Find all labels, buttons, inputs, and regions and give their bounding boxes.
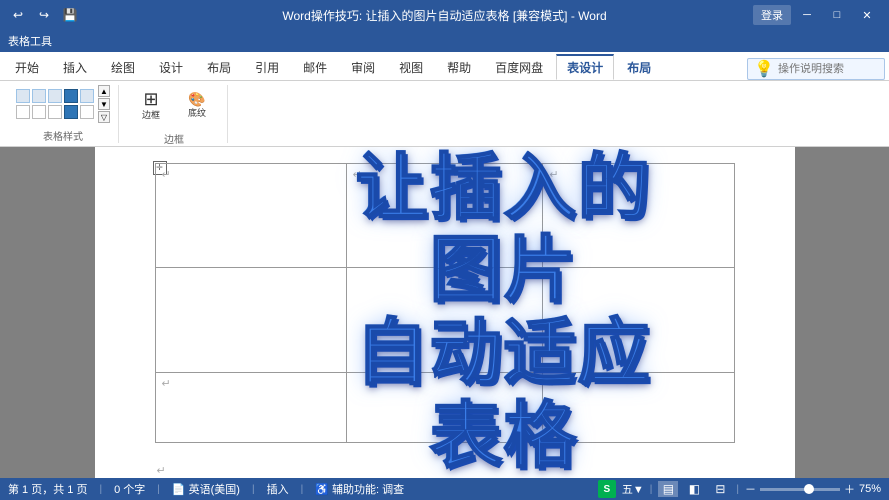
tab-review[interactable]: 审阅	[340, 54, 386, 80]
page-info: 第 1 页，共 1 页	[8, 481, 87, 497]
table-cell: ↵	[543, 372, 734, 442]
status-sep6: |	[736, 484, 739, 495]
accessibility-icon: ♿	[315, 484, 329, 496]
return-mark: ↵	[549, 168, 558, 181]
ribbon-search-box[interactable]: 💡	[747, 58, 885, 80]
tab-help[interactable]: 帮助	[436, 54, 482, 80]
read-view-button[interactable]: ◧	[684, 481, 704, 497]
login-button[interactable]: 登录	[753, 5, 791, 25]
print-view-button[interactable]: ▤	[658, 481, 678, 497]
table-row: ↵ ↵	[155, 372, 734, 442]
wps-logo: S	[598, 480, 616, 498]
window-title: Word操作技巧: 让插入的图片自动适应表格 [兼容模式] - Word	[282, 7, 606, 24]
table-cell	[346, 268, 543, 373]
table-cell	[543, 268, 734, 373]
minimize-button[interactable]: ─	[793, 5, 821, 25]
web-view-button[interactable]: ⊟	[710, 481, 730, 497]
table-cell: ↵	[155, 372, 346, 442]
gallery-expand[interactable]: ▽	[98, 111, 110, 123]
status-bar: 第 1 页，共 1 页 | 0 个字 | 📄 英语(美国) | 插入 | ♿ 辅…	[0, 478, 889, 500]
borders-label: 边框	[164, 131, 184, 146]
ribbon-content: ▲ ▼ ▽ 表格样式 ⊞ 边框 🎨 底纹 边框	[0, 81, 889, 146]
zoom-out-button[interactable]: －	[745, 481, 756, 497]
search-icon: 💡	[754, 59, 774, 79]
ribbon-tabs: 开始 插入 绘图 设计 布局 引用 邮件 审阅 视图 帮助 百度网盘 表设计 布…	[0, 52, 889, 81]
quick-save-button[interactable]: 💾	[60, 5, 80, 25]
undo-button[interactable]: ↩	[8, 5, 28, 25]
language-icon: 📄	[172, 484, 186, 496]
status-right: S 五▼ | ▤ ◧ ⊟ | － ＋ 75%	[598, 480, 881, 498]
tab-insert[interactable]: 插入	[52, 54, 98, 80]
zoom-in-button[interactable]: ＋	[844, 481, 855, 497]
status-sep5: |	[650, 484, 653, 495]
char-count: 0 个字	[114, 481, 145, 497]
table-style-gallery[interactable]	[16, 89, 94, 119]
borders-icon: ⊞	[143, 90, 158, 108]
table-tools-bar: 表格工具	[0, 30, 889, 52]
table-cell: ↵	[543, 163, 734, 268]
title-bar: ↩ ↪ 💾 Word操作技巧: 让插入的图片自动适应表格 [兼容模式] - Wo…	[0, 0, 889, 30]
tab-layout[interactable]: 布局	[196, 54, 242, 80]
table-cell	[346, 372, 543, 442]
zoom-track[interactable]	[760, 488, 840, 491]
restore-button[interactable]: □	[823, 5, 851, 25]
search-input[interactable]	[778, 63, 878, 75]
tab-baidu[interactable]: 百度网盘	[484, 54, 554, 80]
tab-home[interactable]: 开始	[4, 54, 50, 80]
table-row: ↵ ↵ ↵	[155, 163, 734, 268]
ribbon-group-table-styles: ▲ ▼ ▽ 表格样式	[8, 85, 119, 143]
zoom-level: 75%	[859, 483, 881, 495]
ribbon: 开始 插入 绘图 设计 布局 引用 邮件 审阅 视图 帮助 百度网盘 表设计 布…	[0, 52, 889, 147]
title-bar-left: ↩ ↪ 💾	[8, 5, 80, 25]
border-buttons: ⊞ 边框 🎨 底纹	[129, 85, 219, 127]
tab-ref[interactable]: 引用	[244, 54, 290, 80]
tab-draw[interactable]: 绘图	[100, 54, 146, 80]
status-sep3: |	[252, 484, 255, 495]
table-row	[155, 268, 734, 373]
redo-icon: ↪	[39, 8, 49, 22]
borders-button[interactable]: ⊞ 边框	[129, 85, 173, 127]
document-area: ✛ ↵ ↵ ↵ ↵	[0, 147, 889, 478]
gallery-scroll-up[interactable]: ▲	[98, 85, 110, 97]
table-styles-label: 表格样式	[43, 128, 83, 143]
tab-mail[interactable]: 邮件	[292, 54, 338, 80]
redo-button[interactable]: ↪	[34, 5, 54, 25]
brand-name: 五▼	[622, 481, 644, 497]
tab-tabledesign[interactable]: 表设计	[556, 54, 614, 80]
tab-view[interactable]: 视图	[388, 54, 434, 80]
table-cell: ↵	[346, 163, 543, 268]
shading-icon: 🎨	[188, 92, 205, 106]
close-button[interactable]: ✕	[853, 5, 881, 25]
doc-language: 📄 英语(美国)	[172, 481, 240, 497]
tab-tablelayout[interactable]: 布局	[616, 54, 662, 80]
table-cell: ↵	[155, 163, 346, 268]
return-mark: ↵	[353, 168, 362, 181]
gallery-scroll-down[interactable]: ▼	[98, 98, 110, 110]
tab-design[interactable]: 设计	[148, 54, 194, 80]
table-style-buttons: ▲ ▼ ▽	[16, 85, 110, 124]
status-sep4: |	[301, 484, 304, 495]
table-cell	[155, 268, 346, 373]
table-tools-label: 表格工具	[8, 33, 52, 49]
zoom-slider: － ＋ 75%	[745, 481, 881, 497]
title-bar-right: 登录 ─ □ ✕	[753, 5, 881, 25]
status-sep1: |	[99, 484, 102, 495]
ribbon-group-borders: ⊞ 边框 🎨 底纹 边框	[121, 85, 228, 143]
document-table: ↵ ↵ ↵ ↵ ↵	[155, 163, 735, 443]
zoom-thumb[interactable]	[804, 484, 814, 494]
status-sep2: |	[157, 484, 160, 495]
accessibility-info: ♿ 辅助功能: 调查	[315, 481, 404, 497]
edit-mode: 插入	[267, 481, 289, 497]
return-mark: ↵	[162, 377, 171, 390]
save-icon: 💾	[63, 8, 78, 22]
return-mark: ↵	[549, 377, 558, 390]
undo-icon: ↩	[13, 8, 23, 22]
doc-return-mark: ↵	[157, 464, 166, 477]
document-page: ✛ ↵ ↵ ↵ ↵	[95, 147, 795, 478]
return-mark: ↵	[162, 168, 171, 181]
shading-button[interactable]: 🎨 底纹	[175, 85, 219, 127]
